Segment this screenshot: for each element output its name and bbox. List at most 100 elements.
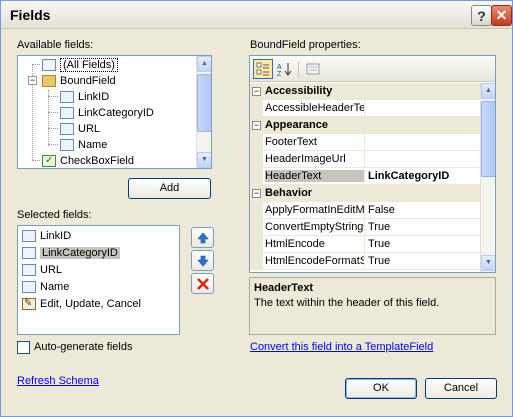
alphabetical-view-button[interactable]: AZ: [275, 59, 295, 79]
property-row-accessibleheadertext[interactable]: AccessibleHeaderTe: [250, 100, 480, 117]
category-accessibility[interactable]: − Accessibility: [250, 83, 480, 100]
row-margin: [250, 236, 263, 253]
selected-item-linkcategoryid[interactable]: LinkCategoryID: [22, 245, 120, 261]
property-value[interactable]: True: [368, 255, 480, 267]
tree-item-label: LinkCategoryID: [78, 107, 154, 119]
scroll-thumb[interactable]: [197, 74, 211, 132]
ok-button[interactable]: OK: [345, 378, 417, 399]
close-button[interactable]: ✕: [491, 5, 512, 26]
property-row-headerimageurl[interactable]: HeaderImageUrl: [250, 151, 480, 168]
collapse-toggle[interactable]: −: [252, 189, 261, 198]
column-divider: [364, 219, 365, 236]
selected-item-url[interactable]: URL: [22, 262, 62, 278]
sort-alphabetical-icon: AZ: [277, 63, 292, 78]
row-margin: [250, 202, 263, 219]
list-item-label: URL: [40, 264, 63, 276]
auto-generate-checkbox[interactable]: [17, 341, 30, 354]
column-divider: [364, 253, 365, 270]
category-label: Behavior: [265, 187, 313, 199]
property-name: HeaderImageUrl: [265, 153, 346, 165]
convert-to-templatefield-link[interactable]: Convert this field into a TemplateField: [250, 341, 433, 353]
scroll-thumb[interactable]: [481, 101, 495, 177]
property-value[interactable]: False: [368, 204, 480, 216]
description-title: HeaderText: [254, 282, 314, 294]
all-fields-icon: [42, 59, 56, 72]
bound-field-icon: [42, 75, 56, 88]
available-item-url[interactable]: URL: [60, 121, 100, 137]
property-pages-button[interactable]: [303, 59, 323, 79]
tree-line: [48, 128, 58, 129]
tree-line: [48, 90, 49, 146]
tree-line: [32, 160, 40, 161]
row-margin: [250, 100, 263, 117]
collapse-toggle[interactable]: −: [252, 87, 261, 96]
property-grid[interactable]: AZ − Accessibility AccessibleHeaderTe − …: [249, 55, 496, 273]
add-button[interactable]: Add: [128, 178, 211, 199]
help-button[interactable]: ?: [471, 5, 492, 26]
tree-item-label: Name: [78, 139, 108, 151]
scroll-up-arrow[interactable]: ▲: [197, 56, 211, 72]
selected-item-edit-update-cancel[interactable]: Edit, Update, Cancel: [22, 296, 141, 312]
property-grid-scrollbar[interactable]: ▲ ▼: [480, 83, 495, 272]
property-name: ConvertEmptyString: [265, 221, 364, 233]
command-field-icon: [22, 296, 36, 312]
property-row-htmlencodeformatstring[interactable]: HtmlEncodeFormatS True: [250, 253, 480, 270]
field-icon: [60, 107, 74, 120]
column-divider: [364, 236, 365, 253]
available-item-all-fields[interactable]: (All Fields): [42, 57, 118, 73]
property-row-htmlencode[interactable]: HtmlEncode True: [250, 236, 480, 253]
tree-line: [32, 64, 40, 65]
available-item-linkid[interactable]: LinkID: [60, 89, 109, 105]
tree-line: [48, 96, 58, 97]
property-value[interactable]: LinkCategoryID: [368, 170, 480, 182]
delete-field-button[interactable]: [191, 273, 214, 294]
property-row-footertext[interactable]: FooterText: [250, 134, 480, 151]
property-pages-icon: [306, 63, 320, 75]
column-divider: [364, 151, 365, 168]
tree-item-label: (All Fields): [60, 58, 118, 72]
scroll-down-arrow[interactable]: ▼: [197, 152, 211, 168]
dialog-title: Fields: [10, 7, 51, 23]
tree-item-label: URL: [78, 123, 101, 135]
selected-fields-list[interactable]: LinkID LinkCategoryID URL Name Edit, Upd…: [17, 225, 180, 335]
available-fields-tree[interactable]: − (All Fields) BoundField LinkID LinkCat…: [17, 55, 212, 169]
property-name: AccessibleHeaderTe: [265, 102, 364, 114]
categorized-icon: [256, 62, 269, 76]
arrow-up-icon: [196, 232, 209, 243]
selected-item-linkid[interactable]: LinkID: [22, 228, 71, 244]
selected-fields-label: Selected fields:: [17, 209, 92, 221]
available-item-checkbox-field[interactable]: CheckBoxField: [42, 153, 134, 168]
available-item-name[interactable]: Name: [60, 137, 107, 153]
collapse-toggle[interactable]: −: [252, 121, 261, 130]
cancel-button[interactable]: Cancel: [425, 378, 497, 399]
title-bar[interactable]: Fields ? ✕: [1, 1, 512, 29]
scroll-down-arrow[interactable]: ▼: [481, 255, 495, 271]
field-icon: [60, 91, 74, 104]
property-name: FooterText: [265, 136, 317, 148]
collapse-bound-field-toggle[interactable]: −: [28, 76, 37, 85]
properties-label: BoundField properties:: [250, 39, 361, 51]
refresh-schema-link[interactable]: Refresh Schema: [17, 375, 99, 387]
categorized-view-button[interactable]: [253, 59, 273, 79]
field-icon: [22, 264, 36, 277]
property-value[interactable]: True: [368, 221, 480, 233]
available-scrollbar[interactable]: ▲ ▼: [196, 56, 211, 168]
available-item-linkcategoryid[interactable]: LinkCategoryID: [60, 105, 154, 121]
category-behavior[interactable]: − Behavior: [250, 185, 480, 202]
move-down-button[interactable]: [191, 250, 214, 271]
field-icon: [22, 247, 36, 260]
move-up-button[interactable]: [191, 227, 214, 248]
description-text: The text within the header of this field…: [254, 297, 440, 309]
property-value[interactable]: True: [368, 238, 480, 250]
category-appearance[interactable]: − Appearance: [250, 117, 480, 134]
category-label: Accessibility: [265, 85, 333, 97]
property-row-headertext[interactable]: HeaderText LinkCategoryID: [250, 168, 480, 185]
selected-item-name[interactable]: Name: [22, 279, 69, 295]
delete-x-icon: [196, 277, 209, 290]
auto-generate-label: Auto-generate fields: [34, 341, 133, 353]
scroll-up-arrow[interactable]: ▲: [481, 83, 495, 99]
available-item-bound-field[interactable]: BoundField: [42, 73, 116, 89]
field-icon: [60, 123, 74, 136]
property-row-convertemptystring[interactable]: ConvertEmptyString True: [250, 219, 480, 236]
property-row-applyformatineditmode[interactable]: ApplyFormatInEditM False: [250, 202, 480, 219]
